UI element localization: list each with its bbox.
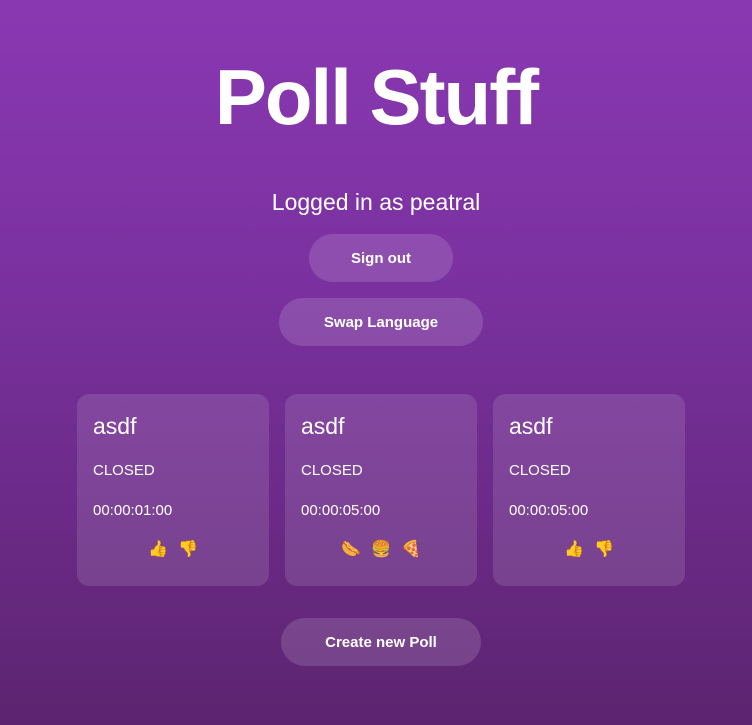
poll-status: CLOSED: [509, 462, 571, 479]
poll-options: 🌭 🍔 🍕: [285, 540, 477, 558]
burger-icon[interactable]: 🍔: [371, 540, 391, 558]
thumbs-down-icon[interactable]: 👎: [178, 540, 198, 558]
thumbs-up-icon[interactable]: 👍: [148, 540, 168, 558]
pizza-icon[interactable]: 🍕: [401, 540, 421, 558]
poll-card[interactable]: asdf CLOSED 00:00:01:00 👍 👎: [77, 394, 269, 586]
poll-duration: 00:00:05:00: [509, 502, 589, 519]
create-poll-button[interactable]: Create new Poll: [281, 618, 481, 666]
poll-title: asdf: [509, 413, 553, 439]
poll-status: CLOSED: [301, 462, 363, 479]
hot-dog-icon[interactable]: 🌭: [341, 540, 361, 558]
poll-card[interactable]: asdf CLOSED 00:00:05:00 👍 👎: [493, 394, 685, 586]
poll-duration: 00:00:01:00: [93, 502, 173, 519]
poll-options: 👍 👎: [77, 540, 269, 558]
logged-in-status: Logged in as peatral: [271, 189, 481, 215]
poll-title: asdf: [301, 413, 345, 439]
poll-duration: 00:00:05:00: [301, 502, 381, 519]
thumbs-down-icon[interactable]: 👎: [594, 540, 614, 558]
poll-list: asdf CLOSED 00:00:01:00 👍 👎 asdf CLOSED …: [77, 394, 685, 586]
poll-options: 👍 👎: [493, 540, 685, 558]
poll-status: CLOSED: [93, 462, 155, 479]
swap-language-button[interactable]: Swap Language: [279, 298, 483, 346]
sign-out-button[interactable]: Sign out: [309, 234, 453, 282]
thumbs-up-icon[interactable]: 👍: [564, 540, 584, 558]
page-title: Poll Stuff: [214, 53, 539, 141]
poll-title: asdf: [93, 413, 137, 439]
poll-card[interactable]: asdf CLOSED 00:00:05:00 🌭 🍔 🍕: [285, 394, 477, 586]
